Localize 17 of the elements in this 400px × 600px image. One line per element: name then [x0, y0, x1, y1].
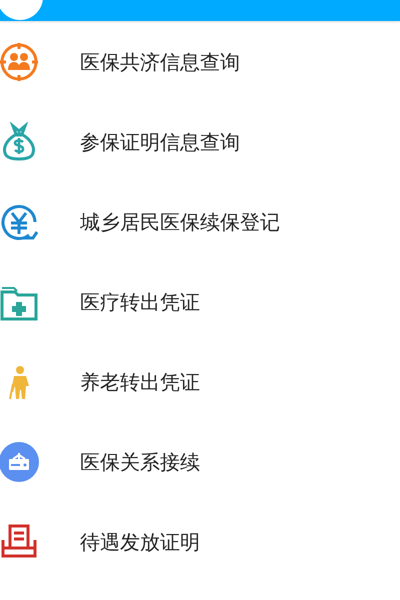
- menu-item[interactable]: 城乡居民医保续保登记: [0, 182, 400, 262]
- menu-item[interactable]: 养老转出凭证: [0, 342, 400, 422]
- menu-label: 医疗转出凭证: [80, 288, 200, 316]
- menu-label: 城乡居民医保续保登记: [80, 208, 280, 236]
- menu-item[interactable]: 医保关系接续: [0, 422, 400, 502]
- menu-label: 待遇发放证明: [80, 528, 200, 556]
- menu-label: 参保证明信息查询: [80, 128, 240, 156]
- menu-item[interactable]: 医保共济信息查询: [0, 22, 400, 102]
- menu-label: 养老转出凭证: [80, 368, 200, 396]
- people-target-icon: [0, 42, 39, 82]
- yuan-refresh-icon: [0, 202, 39, 242]
- menu-item[interactable]: 待遇发放证明: [0, 502, 400, 582]
- menu-item[interactable]: 参保证明信息查询: [0, 102, 400, 182]
- menu-label: 医保共济信息查询: [80, 48, 240, 76]
- handover-box-icon: [0, 442, 39, 482]
- menu-label: 医保关系接续: [80, 448, 200, 476]
- menu-item[interactable]: 医疗转出凭证: [0, 262, 400, 342]
